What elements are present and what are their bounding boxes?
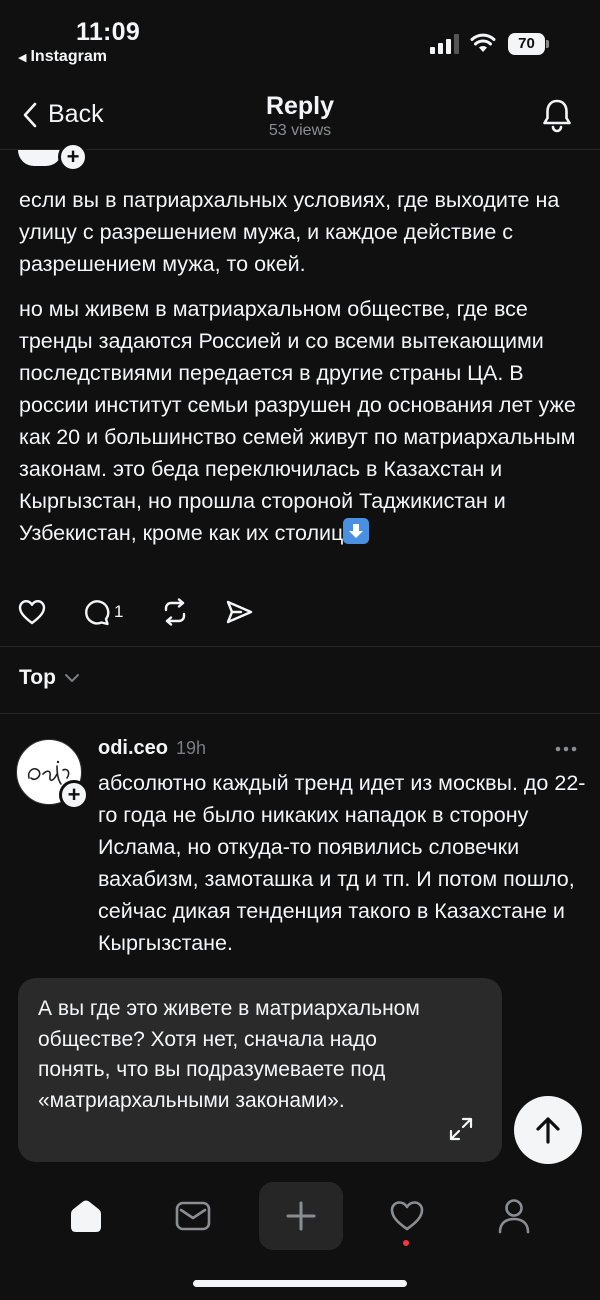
tab-home[interactable] — [56, 1186, 116, 1246]
notification-dot — [403, 1240, 409, 1246]
comment-icon — [85, 600, 110, 626]
cellular-signal-icon — [430, 34, 459, 54]
page-title: Reply — [265, 92, 335, 120]
post-author-avatar[interactable] — [18, 150, 62, 166]
back-app-label: Instagram — [30, 48, 107, 65]
battery-level: 70 — [508, 33, 545, 55]
send-icon — [227, 600, 253, 624]
bottom-tab-bar — [0, 1180, 600, 1252]
expand-icon[interactable] — [448, 1116, 474, 1142]
down-arrow-emoji-icon — [343, 518, 370, 544]
comment-header: odi.ceo 19h — [98, 737, 206, 760]
repost-button[interactable] — [161, 598, 189, 626]
home-indicator — [193, 1280, 407, 1287]
post-paragraph-2-text: но мы живем в матриархальном обществе, г… — [19, 297, 576, 545]
battery-indicator: 70 — [508, 33, 550, 55]
inbox-icon — [175, 1201, 211, 1231]
like-button[interactable] — [18, 599, 46, 625]
comment-timestamp: 19h — [176, 738, 207, 758]
chevron-down-icon — [64, 674, 79, 682]
post-actions: 1 — [18, 596, 253, 628]
arrow-up-icon — [536, 1117, 560, 1144]
more-options-icon[interactable] — [555, 745, 577, 753]
tab-profile[interactable] — [484, 1186, 544, 1246]
status-time: 11:09 — [76, 18, 141, 46]
home-icon — [71, 1200, 101, 1232]
scroll-to-top-button[interactable] — [514, 1096, 582, 1164]
comment-button[interactable]: 1 — [82, 598, 123, 626]
status-bar: 11:09 ◀ Instagram 70 — [0, 0, 600, 80]
reply-draft-bubble[interactable]: А вы где это живете в матриархальном общ… — [18, 978, 502, 1162]
comment-username[interactable]: odi.ceo — [98, 737, 168, 760]
sort-dropdown[interactable]: Top — [19, 666, 80, 690]
post-paragraph-1: если вы в патриархальных условиях, где в… — [19, 188, 560, 276]
post-paragraph-2: но мы живем в матриархальном обществе, г… — [19, 293, 587, 549]
comment-text: абсолютно каждый тренд идет из москвы. д… — [98, 771, 586, 955]
view-count: 53 views — [268, 122, 332, 139]
wifi-icon — [470, 33, 496, 52]
repost-icon — [165, 598, 186, 626]
follow-plus-icon[interactable]: + — [59, 780, 89, 810]
sort-label: Top — [19, 666, 56, 689]
share-button[interactable] — [225, 599, 253, 625]
divider — [0, 646, 600, 647]
follow-plus-icon[interactable]: + — [58, 142, 88, 172]
heart-icon — [18, 600, 46, 625]
back-triangle-icon: ◀ — [18, 51, 27, 64]
bell-icon[interactable] — [538, 96, 576, 134]
nav-header: Back Reply 53 views — [0, 80, 600, 150]
tab-activity[interactable] — [377, 1186, 437, 1246]
plus-icon — [286, 1201, 316, 1231]
tab-inbox[interactable] — [163, 1186, 223, 1246]
tab-create[interactable] — [259, 1182, 343, 1250]
heart-icon — [390, 1201, 424, 1231]
reply-draft-text: А вы где это живете в матриархальном общ… — [38, 997, 420, 1112]
reply-count: 1 — [114, 602, 124, 621]
divider — [0, 713, 600, 714]
profile-icon — [498, 1199, 530, 1234]
back-to-app-link[interactable]: ◀ Instagram — [18, 48, 107, 66]
